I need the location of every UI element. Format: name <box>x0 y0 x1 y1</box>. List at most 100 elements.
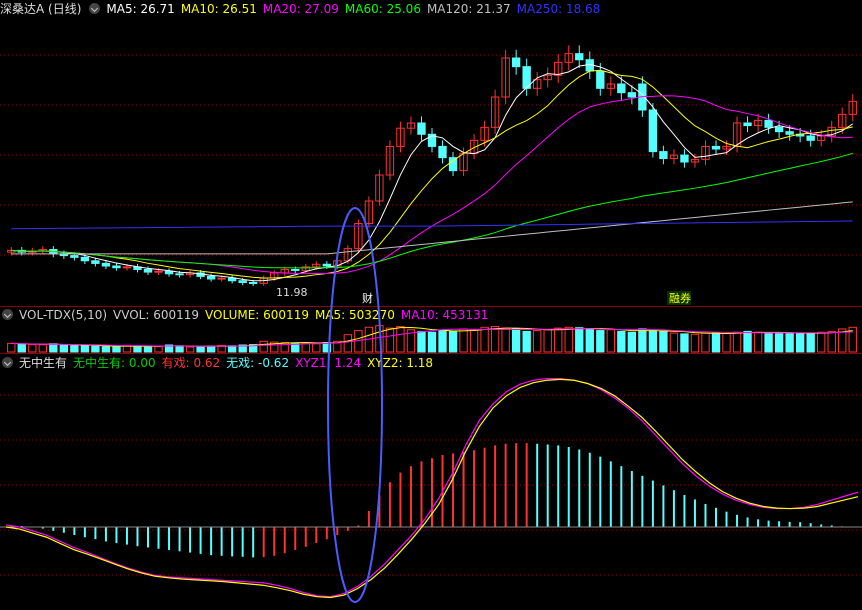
candle-body <box>438 145 447 159</box>
candle-body <box>743 122 752 127</box>
candle-body <box>680 154 689 163</box>
volume-bar <box>533 330 542 353</box>
candle-body <box>164 270 174 275</box>
volume-bar <box>396 325 405 353</box>
volume-bar <box>448 330 458 353</box>
volume-bar <box>133 345 142 353</box>
candle-body <box>575 53 584 61</box>
candle-body <box>785 131 794 135</box>
volume-bar <box>469 329 479 353</box>
volume-bar <box>480 326 489 353</box>
stock-chart[interactable]: 11.98 财 融券 <box>0 0 862 610</box>
candle-body <box>206 275 216 280</box>
volume-bar <box>427 331 437 353</box>
volume-bar <box>743 330 752 353</box>
volume-bar <box>80 344 90 353</box>
low-price-label: 11.98 <box>276 286 308 299</box>
volume-bar <box>38 344 47 353</box>
candle-body <box>101 262 111 267</box>
volume-bar <box>701 332 710 353</box>
candle-body <box>764 119 773 128</box>
volume-bar <box>648 330 658 353</box>
candle-body <box>175 273 184 276</box>
candle-body <box>154 270 163 273</box>
ma20-line <box>11 95 853 275</box>
candle-body <box>417 122 426 135</box>
candle-body <box>627 92 637 98</box>
candle-body <box>122 266 132 269</box>
volume-bar <box>101 346 111 353</box>
volume-bar <box>722 332 731 353</box>
volume-bar <box>49 343 58 353</box>
volume-bar <box>459 328 468 353</box>
volume-bar <box>59 344 69 353</box>
volume-bar <box>564 326 573 353</box>
finance-tag: 财 <box>362 291 373 305</box>
volume-bar <box>617 330 626 353</box>
candle-body <box>112 265 121 269</box>
volume-bar <box>312 343 321 353</box>
candle-body <box>322 263 331 267</box>
highlight-ellipse <box>327 207 383 603</box>
volume-bar <box>659 330 668 353</box>
volume-bar <box>438 330 447 353</box>
candle-body <box>648 109 658 153</box>
volume-bar <box>143 345 153 353</box>
volume-bar <box>522 330 531 353</box>
volume-bar <box>91 345 100 353</box>
volume-bar <box>490 325 500 353</box>
ma10-line <box>11 69 853 279</box>
candle-body <box>91 260 100 264</box>
ma250-line <box>11 220 853 230</box>
volume-bar <box>785 332 794 353</box>
candle-body <box>774 126 784 133</box>
volume-bar <box>7 342 16 353</box>
candle-body <box>143 268 153 273</box>
volume-bar <box>827 330 836 353</box>
candle-body <box>249 281 258 285</box>
volume-bar <box>154 346 163 353</box>
candle-body <box>448 157 458 172</box>
volume-bar <box>196 346 205 353</box>
volume-bar <box>711 332 721 353</box>
volume-bar <box>28 344 37 353</box>
volume-bar <box>112 346 121 353</box>
volume-bar <box>417 330 426 353</box>
candle-body <box>291 268 300 271</box>
candle-body <box>80 256 90 262</box>
volume-bar <box>669 332 679 353</box>
candle-body <box>617 83 626 94</box>
candle-body <box>217 277 226 280</box>
volume-bar <box>543 329 552 353</box>
margin-tag: 融券 <box>669 291 691 305</box>
volume-bar <box>680 333 689 353</box>
candle-body <box>238 280 247 283</box>
volume-bar <box>206 345 216 353</box>
volume-bar <box>627 331 637 353</box>
candle-body <box>711 145 721 150</box>
volume-bar <box>501 327 510 353</box>
volume-bar <box>795 333 805 353</box>
volume-bar <box>280 342 289 353</box>
volume-bar <box>585 328 594 353</box>
volume-bar <box>17 343 26 353</box>
candle-body <box>659 151 668 160</box>
volume-bar <box>764 332 773 353</box>
volume-bar <box>385 327 395 353</box>
volume-bar <box>511 328 521 353</box>
volume-bar <box>554 327 563 353</box>
volume-bar <box>259 340 268 353</box>
volume-bar <box>806 332 815 353</box>
volume-bar <box>227 345 237 353</box>
ma60-line <box>11 152 853 269</box>
volume-bar <box>606 329 615 353</box>
volume-bar <box>690 333 700 353</box>
volume-bar <box>70 345 79 353</box>
candle-body <box>806 135 815 141</box>
volume-bar <box>343 334 353 353</box>
volume-bar <box>753 331 763 353</box>
volume-bar <box>185 346 195 353</box>
volume-bar <box>817 331 826 353</box>
volume-bar <box>575 327 584 353</box>
candle-body <box>227 277 237 282</box>
